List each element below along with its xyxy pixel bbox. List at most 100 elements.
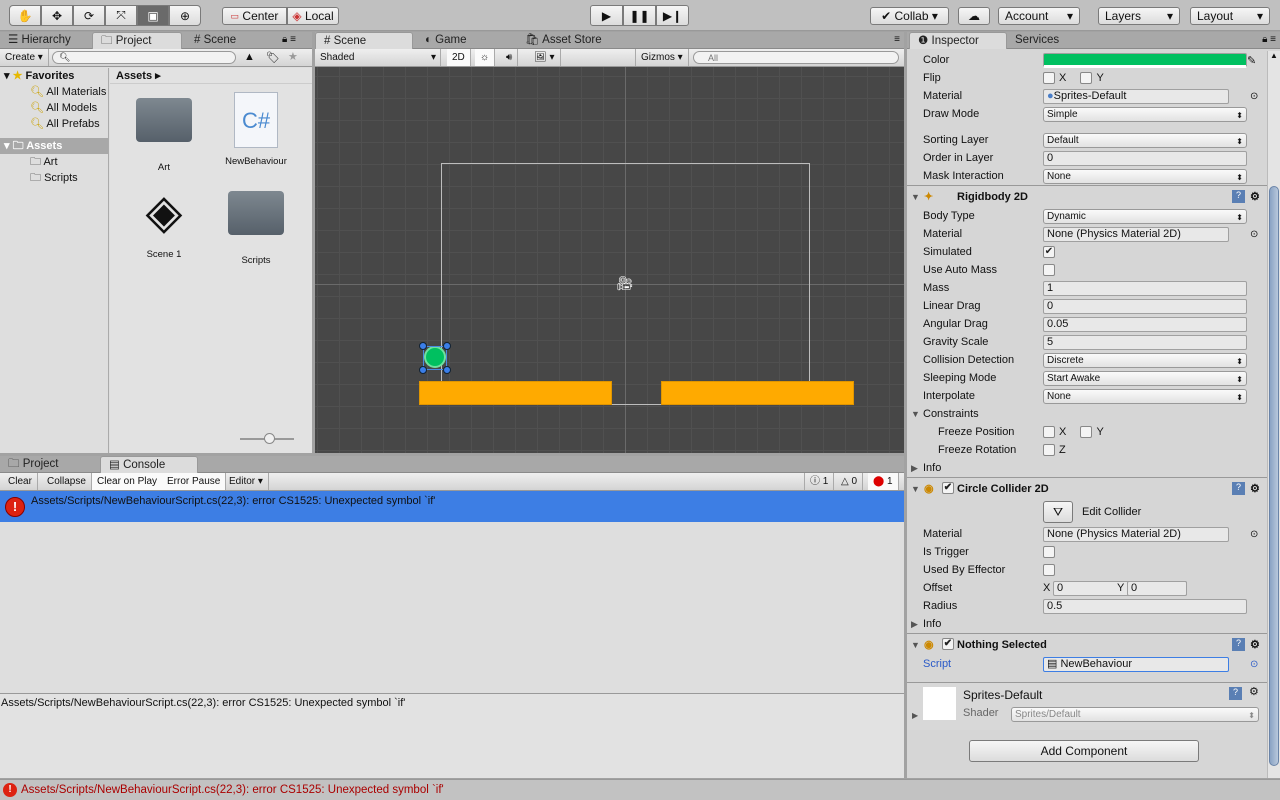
favorite-item[interactable]: 🔍︎ All Models — [0, 100, 108, 116]
text-field[interactable]: 0.5 — [1043, 598, 1247, 614]
effects-dropdown-icon[interactable]: 🖼︎ ▾ — [529, 49, 561, 66]
handle-bottom-right[interactable] — [443, 366, 451, 374]
dropdown[interactable]: Dynamic — [1043, 208, 1247, 224]
console-log-entry[interactable]: ! Assets/Scripts/NewBehaviourScript.cs(2… — [0, 491, 904, 522]
foldout-arrow-icon[interactable]: ▶ — [911, 463, 918, 474]
scrollbar-thumb[interactable] — [1269, 186, 1279, 766]
filter-type-icon[interactable]: ▲ — [244, 51, 255, 63]
shading-dropdown[interactable]: Shaded ▾ — [315, 49, 441, 66]
gizmos-dropdown[interactable]: Gizmos ▾ — [635, 49, 689, 66]
play-button[interactable]: ▶ — [590, 5, 623, 26]
cloud-button[interactable]: ☁ — [958, 7, 990, 25]
collab-dropdown[interactable]: ✔ Collab ▾ — [870, 7, 949, 25]
foldout-arrow-icon[interactable]: ▼ — [911, 640, 920, 650]
text-field[interactable]: 0 — [1043, 150, 1247, 166]
tab-scene-secondary[interactable]: # Scene — [186, 32, 276, 49]
foldout-arrow-icon[interactable]: ▼ — [911, 484, 920, 494]
tab-inspector[interactable]: ❶ Inspector — [909, 32, 1007, 49]
dropdown[interactable]: None — [1043, 168, 1247, 184]
asset-item[interactable]: ◈ Scene 1 — [118, 185, 210, 278]
checkbox[interactable] — [1043, 564, 1055, 576]
gear-icon[interactable]: ⚙ — [1249, 685, 1259, 698]
gear-icon[interactable]: ⚙ — [1250, 638, 1260, 651]
object-picker-icon[interactable]: ⊙ — [1250, 91, 1258, 102]
hand-tool-button[interactable]: ✋ — [9, 5, 41, 26]
object-field[interactable]: ●Sprites-Default — [1043, 88, 1229, 104]
pause-button[interactable]: ❚❚ — [623, 5, 656, 26]
asset-item[interactable]: C# NewBehaviour — [210, 92, 302, 185]
dropdown[interactable]: Simple — [1043, 106, 1247, 122]
checkbox[interactable] — [1043, 72, 1055, 84]
folder-tree-item[interactable]: 🗀 Scripts — [0, 170, 108, 186]
folder-tree-item[interactable]: 🗀 Art — [0, 154, 108, 170]
step-button[interactable]: ▶❙ — [656, 5, 689, 26]
asset-breadcrumb[interactable]: Assets ▸ — [110, 68, 312, 84]
dropdown[interactable]: Discrete — [1043, 352, 1247, 368]
help-icon[interactable]: ? — [1229, 687, 1242, 700]
foldout-arrow-icon[interactable]: ▶ — [911, 619, 918, 630]
object-picker-icon[interactable]: ⊙ — [1250, 229, 1258, 240]
text-field[interactable]: 0.05 — [1043, 316, 1247, 332]
object-field[interactable]: None (Physics Material 2D) — [1043, 526, 1229, 542]
checkbox[interactable] — [1043, 444, 1055, 456]
create-dropdown[interactable]: Create ▾ — [0, 49, 49, 66]
checkbox[interactable] — [1043, 426, 1055, 438]
handle-top-left[interactable] — [419, 342, 427, 350]
offset-y-field[interactable]: 0 — [1127, 580, 1187, 596]
tab-scene[interactable]: # Scene — [315, 32, 413, 49]
account-dropdown[interactable]: Account ▾ — [998, 7, 1080, 25]
platform-right[interactable] — [661, 381, 854, 405]
script-field[interactable]: ▤ NewBehaviour — [1043, 656, 1229, 672]
icon-size-slider[interactable] — [240, 433, 294, 444]
dropdown[interactable]: Start Awake — [1043, 370, 1247, 386]
foldout-arrow-icon[interactable]: ▼ — [911, 409, 920, 419]
layers-dropdown[interactable]: Layers ▾ — [1098, 7, 1180, 25]
tab-asset-store[interactable]: 🛍︎ Asset Store — [517, 32, 627, 49]
tab-project-bottom[interactable]: 🗀 Project — [0, 456, 96, 473]
lock-icon[interactable]: 🔒︎ ≡ — [1262, 34, 1276, 45]
eyedropper-icon[interactable]: ✎ — [1247, 54, 1256, 67]
rect-tool-button[interactable]: ▣ — [137, 5, 169, 26]
object-field[interactable]: None (Physics Material 2D) — [1043, 226, 1229, 242]
clear-button[interactable]: Clear — [3, 473, 38, 490]
foldout-arrow-icon[interactable]: ▼ — [911, 192, 920, 202]
tab-project[interactable]: 🗀 Project — [92, 32, 182, 49]
text-field[interactable]: 1 — [1043, 280, 1247, 296]
error-filter-toggle[interactable]: ⬤ 1 — [868, 473, 899, 490]
assets-tree-item[interactable]: ▾ 🗀 Assets — [0, 138, 108, 154]
lighting-toggle-icon[interactable]: ☼ — [475, 49, 496, 66]
platform-left[interactable] — [419, 381, 612, 405]
dropdown[interactable]: None — [1043, 388, 1247, 404]
text-field[interactable]: 0 — [1043, 298, 1247, 314]
scene-search-input[interactable] — [693, 51, 899, 64]
handle-top-right[interactable] — [443, 342, 451, 350]
object-picker-icon[interactable]: ⊙ — [1250, 659, 1258, 670]
dropdown[interactable]: Default — [1043, 132, 1247, 148]
rotate-tool-button[interactable]: ⟳ — [73, 5, 105, 26]
asset-item[interactable]: Scripts — [210, 185, 302, 278]
checkbox[interactable] — [1043, 546, 1055, 558]
component-enabled-checkbox[interactable]: ✔ — [942, 638, 954, 650]
collapse-button[interactable]: Collapse — [42, 473, 92, 490]
status-message[interactable]: Assets/Scripts/NewBehaviourScript.cs(22,… — [21, 784, 444, 796]
transform-tool-button[interactable]: ⊕ — [169, 5, 201, 26]
tab-game[interactable]: ◐ Game — [417, 32, 507, 49]
gear-icon[interactable]: ⚙ — [1250, 190, 1260, 203]
text-field[interactable]: 5 — [1043, 334, 1247, 350]
center-button[interactable]: ▭ Center — [222, 7, 287, 25]
layout-dropdown[interactable]: Layout ▾ — [1190, 7, 1270, 25]
component-enabled-checkbox[interactable]: ✔ — [942, 482, 954, 494]
warning-filter-toggle[interactable]: △ 0 — [836, 473, 864, 490]
color-field[interactable] — [1043, 52, 1247, 68]
shader-dropdown[interactable]: Sprites/Default — [1011, 707, 1259, 722]
handle-bottom-left[interactable] — [419, 366, 427, 374]
toggle-2d-button[interactable]: 2D — [447, 49, 471, 66]
gear-icon[interactable]: ⚙ — [1250, 482, 1260, 495]
edit-collider-button[interactable]: ⛛ — [1043, 501, 1073, 523]
checkbox[interactable] — [1043, 264, 1055, 276]
tab-hierarchy[interactable]: ☰ Hierarchy — [0, 32, 90, 49]
info-filter-toggle[interactable]: ⓘ 1 — [804, 473, 835, 490]
add-component-button[interactable]: Add Component — [969, 740, 1199, 762]
local-button[interactable]: ◈ Local — [287, 7, 339, 25]
tab-console[interactable]: ▤ Console — [100, 456, 198, 473]
